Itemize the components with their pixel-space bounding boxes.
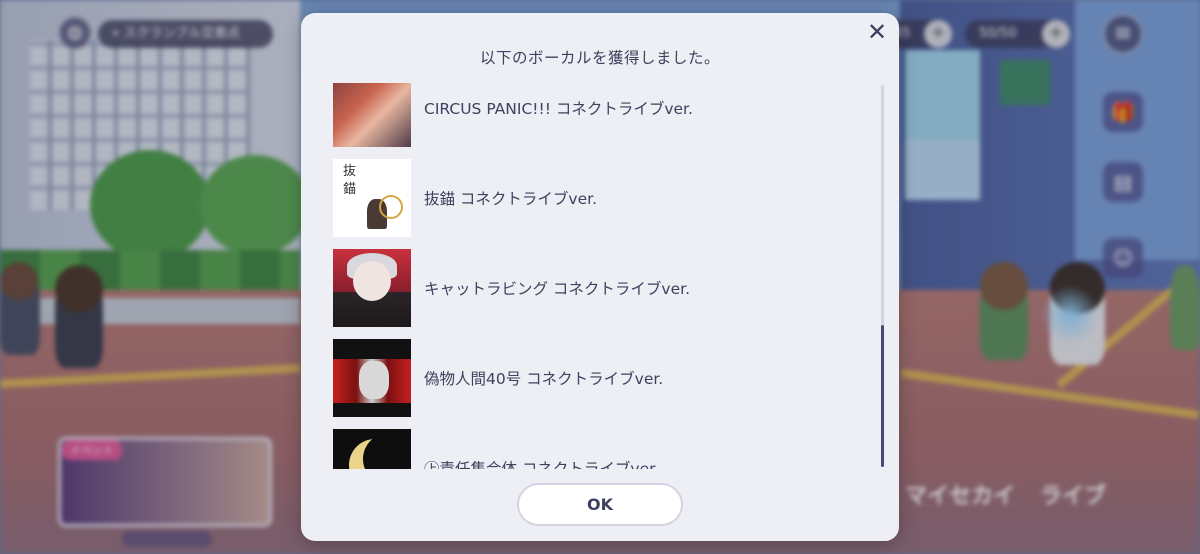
song-thumbnail — [333, 83, 411, 147]
character-face-art — [353, 261, 391, 301]
list-item: キャットラビング コネクトライブver. — [333, 249, 878, 339]
song-thumbnail — [333, 339, 411, 417]
list-item: CIRCUS PANIC!!! コネクトライブver. — [333, 83, 878, 159]
song-title: 偽物人間40号 コネクトライブver. — [424, 370, 664, 388]
list-item: 偽物人間40号 コネクトライブver. — [333, 339, 878, 429]
dialog-title: 以下のボーカルを獲得しました。 — [479, 49, 720, 67]
song-title: ㊤責任集合体 コネクトライブver. — [424, 460, 660, 469]
song-title: 抜錨 コネクトライブver. — [424, 190, 598, 208]
scrollbar-track[interactable] — [881, 85, 884, 467]
mask-art — [359, 361, 389, 399]
list-item: 抜 錨 抜錨 コネクトライブver. — [333, 159, 878, 249]
song-title: CIRCUS PANIC!!! コネクトライブver. — [424, 100, 693, 118]
song-title: キャットラビング コネクトライブver. — [424, 280, 691, 298]
close-icon[interactable]: ✕ — [865, 20, 889, 45]
reward-dialog: ✕ 以下のボーカルを獲得しました。 CIRCUS PANIC!!! コネクトライ… — [301, 13, 899, 541]
song-thumbnail — [333, 429, 411, 469]
song-thumbnail — [333, 249, 411, 327]
scrollbar-thumb[interactable] — [881, 325, 884, 467]
song-thumbnail: 抜 錨 — [333, 159, 411, 237]
list-item: ㊤責任集合体 コネクトライブver. — [333, 429, 878, 469]
vocal-list[interactable]: CIRCUS PANIC!!! コネクトライブver. 抜 錨 抜錨 コネクトラ… — [333, 83, 878, 469]
anchor-art — [379, 195, 403, 219]
ok-button[interactable]: OK — [517, 483, 683, 526]
thumbnail-text: 抜 錨 — [343, 164, 357, 197]
